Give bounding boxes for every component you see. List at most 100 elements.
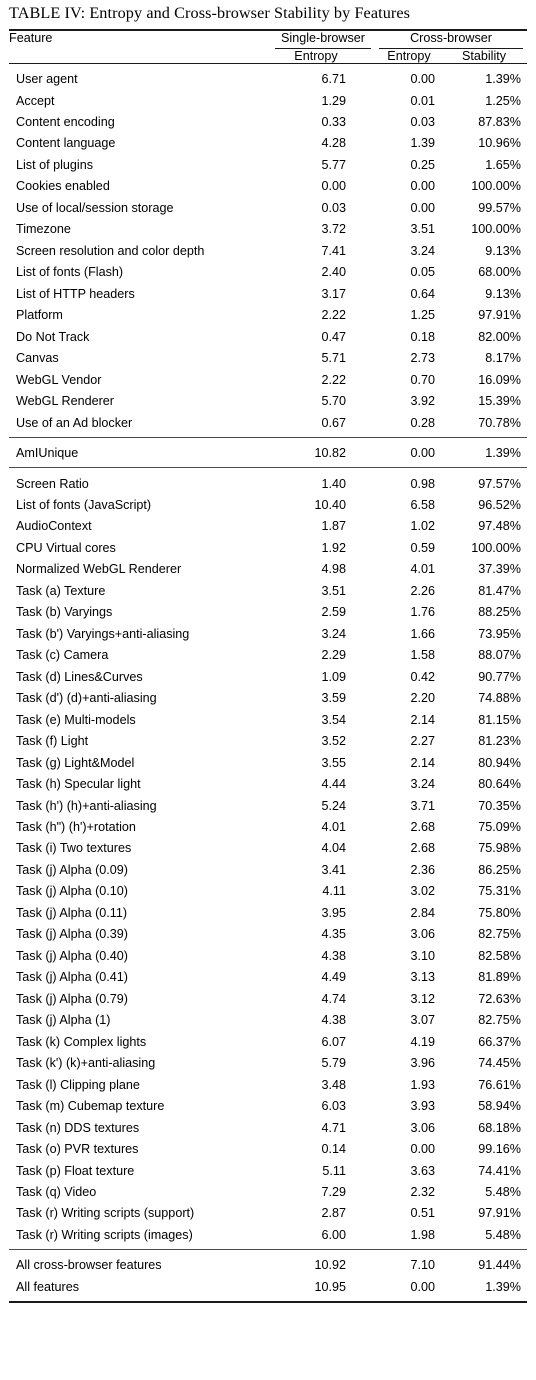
cell-cross-stability: 5.48% (485, 1184, 521, 1199)
cell-feature: Task (c) Camera (16, 648, 109, 663)
cell-feature: Content language (16, 136, 116, 151)
cell-feature: List of HTTP headers (16, 286, 135, 301)
cell-cross-stability: 100.00% (471, 222, 521, 237)
cell-feature: Task (k) Complex lights (16, 1034, 147, 1049)
cell-cross-stability: 81.15% (478, 712, 521, 727)
cell-feature: Task (j) Alpha (0.39) (16, 927, 128, 942)
cell-single-entropy: 5.24 (321, 798, 346, 813)
cell-feature: Task (j) Alpha (0.10) (16, 884, 128, 899)
cell-cross-stability: 100.00% (471, 179, 521, 194)
table-row: CPU Virtual cores 1.92 0.59 100.00% (9, 537, 527, 558)
cell-cross-entropy: 0.98 (410, 476, 435, 491)
cell-cross-stability: 82.75% (478, 1013, 521, 1028)
cell-single-entropy: 2.59 (321, 605, 346, 620)
cell-feature: User agent (16, 72, 78, 87)
table-row: Task (p) Float texture 5.11 3.63 74.41% (9, 1160, 527, 1181)
cell-cross-stability: 80.64% (478, 777, 521, 792)
table-row: Task (j) Alpha (0.39) 4.35 3.06 82.75% (9, 924, 527, 945)
table-row: Task (k') (k)+anti-aliasing 5.79 3.96 74.45… (9, 1053, 527, 1074)
cell-feature: CPU Virtual cores (16, 540, 116, 555)
cell-cross-stability: 91.44% (478, 1258, 521, 1273)
cell-feature: Task (p) Float texture (16, 1163, 135, 1178)
table-row: Do Not Track 0.47 0.18 82.00% (9, 326, 527, 347)
cell-feature: List of fonts (Flash) (16, 265, 124, 280)
cell-feature: Task (e) Multi-models (16, 712, 136, 727)
cell-feature: Task (j) Alpha (0.79) (16, 991, 128, 1006)
cell-single-entropy: 3.95 (321, 905, 346, 920)
cell-cross-stability: 96.52% (478, 497, 521, 512)
cell-cross-entropy: 3.10 (410, 948, 435, 963)
cell-cross-stability: 82.75% (478, 927, 521, 942)
table-row: Canvas 5.71 2.73 8.17% (9, 348, 527, 369)
cell-cross-entropy: 1.39 (410, 136, 435, 151)
cell-cross-entropy: 2.84 (410, 905, 435, 920)
table-row: Task (n) DDS textures 4.71 3.06 68.18% (9, 1117, 527, 1138)
cell-feature: Task (q) Video (16, 1184, 97, 1199)
table-row: Task (d') (d)+anti-aliasing 3.59 2.20 74.88… (9, 688, 527, 709)
table-row: Task (i) Two textures 4.04 2.68 75.98% (9, 838, 527, 859)
cell-cross-stability: 74.45% (478, 1056, 521, 1071)
cell-cross-entropy: 0.00 (410, 1142, 435, 1157)
cell-feature: Task (b) Varyings (16, 605, 113, 620)
table-body: Feature Single-browser Cross-browser Entrop… (9, 27, 527, 1303)
table-row: All cross-browser features 10.92 7.10 91.44… (9, 1255, 527, 1276)
cell-cross-entropy: 2.20 (410, 691, 435, 706)
cell-cross-stability: 97.57% (478, 476, 521, 491)
table-row: Content language 4.28 1.39 10.96% (9, 133, 527, 154)
cell-feature: Task (m) Cubemap texture (16, 1099, 165, 1114)
table-row: Task (j) Alpha (0.79) 4.74 3.12 72.63% (9, 988, 527, 1009)
cell-single-entropy: 3.17 (321, 286, 346, 301)
cell-cross-entropy: 3.93 (410, 1099, 435, 1114)
cell-feature: Platform (16, 308, 63, 323)
table-row: List of HTTP headers 3.17 0.64 9.13% (9, 283, 527, 304)
cell-feature: Timezone (16, 222, 71, 237)
table-row: WebGL Vendor 2.22 0.70 16.09% (9, 369, 527, 390)
cell-feature: WebGL Renderer (16, 394, 115, 409)
cell-feature: Task (b') Varyings+anti-aliasing (16, 626, 190, 641)
table-row: List of fonts (JavaScript) 10.40 6.58 96.52… (9, 495, 527, 516)
cell-feature: Content encoding (16, 115, 115, 129)
cell-cross-entropy: 0.03 (410, 115, 435, 129)
cell-cross-stability: 82.00% (478, 329, 521, 344)
cell-single-entropy: 4.49 (321, 970, 346, 985)
cell-feature: Task (j) Alpha (0.11) (16, 905, 128, 920)
table-row: Task (h) Specular light 4.44 3.24 80.64% (9, 774, 527, 795)
table-row: Task (b) Varyings 2.59 1.76 88.25% (9, 602, 527, 623)
cell-cross-stability: 73.95% (478, 626, 521, 641)
cell-feature: AudioContext (16, 519, 92, 534)
cell-feature: Task (r) Writing scripts (support) (16, 1206, 195, 1221)
cell-cross-stability: 87.83% (478, 115, 521, 129)
cell-feature: Task (j) Alpha (1) (16, 1013, 111, 1028)
cell-single-entropy: 5.79 (321, 1056, 346, 1071)
cell-cross-entropy: 1.93 (410, 1077, 435, 1092)
cell-single-entropy: 1.92 (321, 540, 346, 555)
cell-cross-stability: 66.37% (478, 1034, 521, 1049)
cell-cross-stability: 81.89% (478, 970, 521, 985)
cell-single-entropy: 5.77 (321, 157, 346, 172)
cell-single-entropy: 6.71 (321, 72, 346, 87)
cell-single-entropy: 5.70 (321, 394, 346, 409)
cell-feature: Task (r) Writing scripts (images) (16, 1227, 193, 1242)
cell-cross-entropy: 3.71 (410, 798, 435, 813)
column-group-single-browser: Single-browser (271, 30, 375, 49)
cell-cross-stability: 97.91% (478, 1206, 521, 1221)
cell-single-entropy: 2.40 (321, 265, 346, 280)
table-row: AudioContext 1.87 1.02 97.48% (9, 516, 527, 537)
cell-cross-stability: 1.39% (485, 446, 521, 461)
table-row: WebGL Renderer 5.70 3.92 15.39% (9, 391, 527, 412)
table-row: Task (j) Alpha (0.11) 3.95 2.84 75.80% (9, 902, 527, 923)
cell-cross-stability: 10.96% (478, 136, 521, 151)
cell-single-entropy: 4.71 (321, 1120, 346, 1135)
cell-cross-entropy: 0.64 (410, 286, 435, 301)
cell-cross-entropy: 0.18 (410, 329, 435, 344)
cell-cross-stability: 16.09% (478, 372, 521, 387)
cell-feature: Task (d) Lines&Curves (16, 669, 143, 684)
cell-cross-entropy: 4.01 (410, 562, 435, 577)
cell-feature: Task (j) Alpha (0.40) (16, 948, 128, 963)
cell-single-entropy: 1.09 (321, 669, 346, 684)
cell-cross-entropy: 3.07 (410, 1013, 435, 1028)
table-row: Task (r) Writing scripts (images) 6.00 1.9… (9, 1224, 527, 1245)
cell-cross-entropy: 3.96 (410, 1056, 435, 1071)
cell-feature: Task (f) Light (16, 734, 89, 749)
cell-cross-entropy: 0.00 (410, 446, 435, 461)
